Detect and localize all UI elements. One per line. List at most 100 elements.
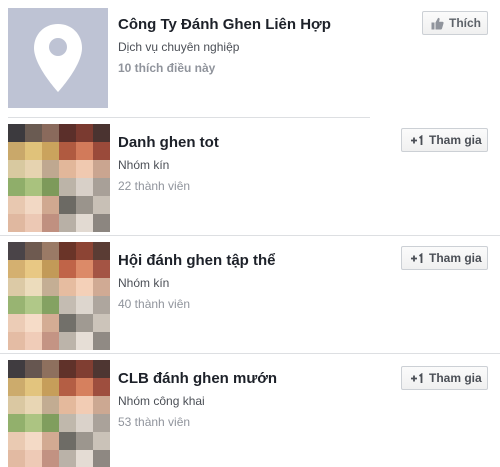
mosaic-tile	[76, 332, 93, 350]
mosaic-tile	[25, 432, 42, 450]
page-like-count: 10 thích điều này	[118, 61, 216, 75]
mosaic-tile	[59, 260, 76, 278]
mosaic-tile	[93, 432, 110, 450]
mosaic-tile	[25, 450, 42, 467]
mosaic-tile	[42, 378, 59, 396]
mosaic-tile	[42, 360, 59, 378]
mosaic-tile	[25, 278, 42, 296]
page-info: Công Ty Đánh Ghen Liên Hợp Dịch vụ chuyê…	[118, 16, 331, 76]
mosaic-tile	[42, 278, 59, 296]
plus-one-icon	[410, 134, 424, 146]
mosaic-tile	[42, 432, 59, 450]
mosaic-tile	[42, 414, 59, 432]
mosaic-tile	[93, 160, 110, 178]
map-pin-icon	[34, 24, 82, 92]
join-group-button[interactable]: Tham gia	[401, 366, 488, 390]
group-member-count: 22 thành viên	[118, 179, 191, 193]
mosaic-tile	[76, 178, 93, 196]
group-thumbnail[interactable]	[8, 242, 110, 350]
mosaic-tile	[42, 332, 59, 350]
mosaic-tile	[8, 450, 25, 467]
mosaic-tile	[8, 314, 25, 332]
mosaic-tile	[93, 178, 110, 196]
group-thumbnail[interactable]	[8, 360, 110, 467]
thumbs-up-icon	[431, 17, 444, 30]
mosaic-tile	[42, 450, 59, 467]
mosaic-tile	[93, 260, 110, 278]
mosaic-tile	[42, 124, 59, 142]
mosaic-tile	[42, 396, 59, 414]
join-button-label: Tham gia	[429, 133, 482, 147]
mosaic-tile	[76, 396, 93, 414]
mosaic-tile	[59, 432, 76, 450]
like-button[interactable]: Thích	[422, 11, 488, 35]
mosaic-tile	[59, 178, 76, 196]
mosaic-tile	[8, 196, 25, 214]
group-title[interactable]: CLB đánh ghen mướn	[118, 370, 277, 388]
join-group-button[interactable]: Tham gia	[401, 128, 488, 152]
mosaic-tile	[25, 414, 42, 432]
mosaic-tile	[59, 378, 76, 396]
mosaic-tile	[25, 178, 42, 196]
mosaic-tile	[8, 360, 25, 378]
mosaic-tile	[25, 360, 42, 378]
mosaic-tile	[59, 124, 76, 142]
join-button-label: Tham gia	[429, 371, 482, 385]
mosaic-tile	[93, 414, 110, 432]
mosaic-tile	[8, 332, 25, 350]
mosaic-tile	[59, 314, 76, 332]
mosaic-tile	[76, 214, 93, 232]
mosaic-tile	[59, 296, 76, 314]
mosaic-tile	[59, 214, 76, 232]
mosaic-tile	[93, 124, 110, 142]
mosaic-tile	[93, 214, 110, 232]
mosaic-tile	[93, 278, 110, 296]
mosaic-tile	[25, 314, 42, 332]
mosaic-tile	[76, 260, 93, 278]
mosaic-tile	[25, 196, 42, 214]
join-group-button[interactable]: Tham gia	[401, 246, 488, 270]
mosaic-tile	[8, 160, 25, 178]
mosaic-tile	[25, 242, 42, 260]
mosaic-tile	[76, 142, 93, 160]
mosaic-tile	[93, 396, 110, 414]
page-thumbnail[interactable]	[8, 8, 108, 108]
mosaic-tile	[76, 242, 93, 260]
mosaic-tile	[93, 196, 110, 214]
group-info: Hội đánh ghen tập thể Nhóm kín 40 thành …	[118, 252, 276, 312]
mosaic-tile	[76, 196, 93, 214]
mosaic-tile	[8, 260, 25, 278]
mosaic-tile	[76, 432, 93, 450]
mosaic-tile	[25, 332, 42, 350]
mosaic-tile	[93, 242, 110, 260]
mosaic-tile	[25, 296, 42, 314]
mosaic-tile	[76, 160, 93, 178]
group-title[interactable]: Danh ghen tot	[118, 134, 219, 152]
group-title[interactable]: Hội đánh ghen tập thể	[118, 252, 276, 270]
page-suggestion-row: Công Ty Đánh Ghen Liên Hợp Dịch vụ chuyê…	[0, 0, 500, 116]
page-title[interactable]: Công Ty Đánh Ghen Liên Hợp	[118, 16, 331, 34]
mosaic-tile	[8, 414, 25, 432]
mosaic-tile	[76, 278, 93, 296]
mosaic-tile	[93, 360, 110, 378]
mosaic-tile	[8, 178, 25, 196]
mosaic-tile	[76, 378, 93, 396]
mosaic-tile	[93, 450, 110, 467]
mosaic-tile	[42, 196, 59, 214]
group-privacy: Nhóm công khai	[118, 394, 205, 408]
blurred-photo-collage	[8, 360, 110, 467]
mosaic-tile	[8, 278, 25, 296]
like-button-label: Thích	[449, 16, 481, 30]
mosaic-tile	[76, 360, 93, 378]
mosaic-tile	[8, 242, 25, 260]
mosaic-tile	[59, 332, 76, 350]
mosaic-tile	[25, 160, 42, 178]
group-privacy: Nhóm kín	[118, 276, 170, 290]
mosaic-tile	[93, 314, 110, 332]
group-thumbnail[interactable]	[8, 124, 110, 232]
mosaic-tile	[8, 396, 25, 414]
mosaic-tile	[59, 142, 76, 160]
blurred-photo-collage	[8, 242, 110, 350]
mosaic-tile	[42, 314, 59, 332]
plus-one-icon	[410, 372, 424, 384]
